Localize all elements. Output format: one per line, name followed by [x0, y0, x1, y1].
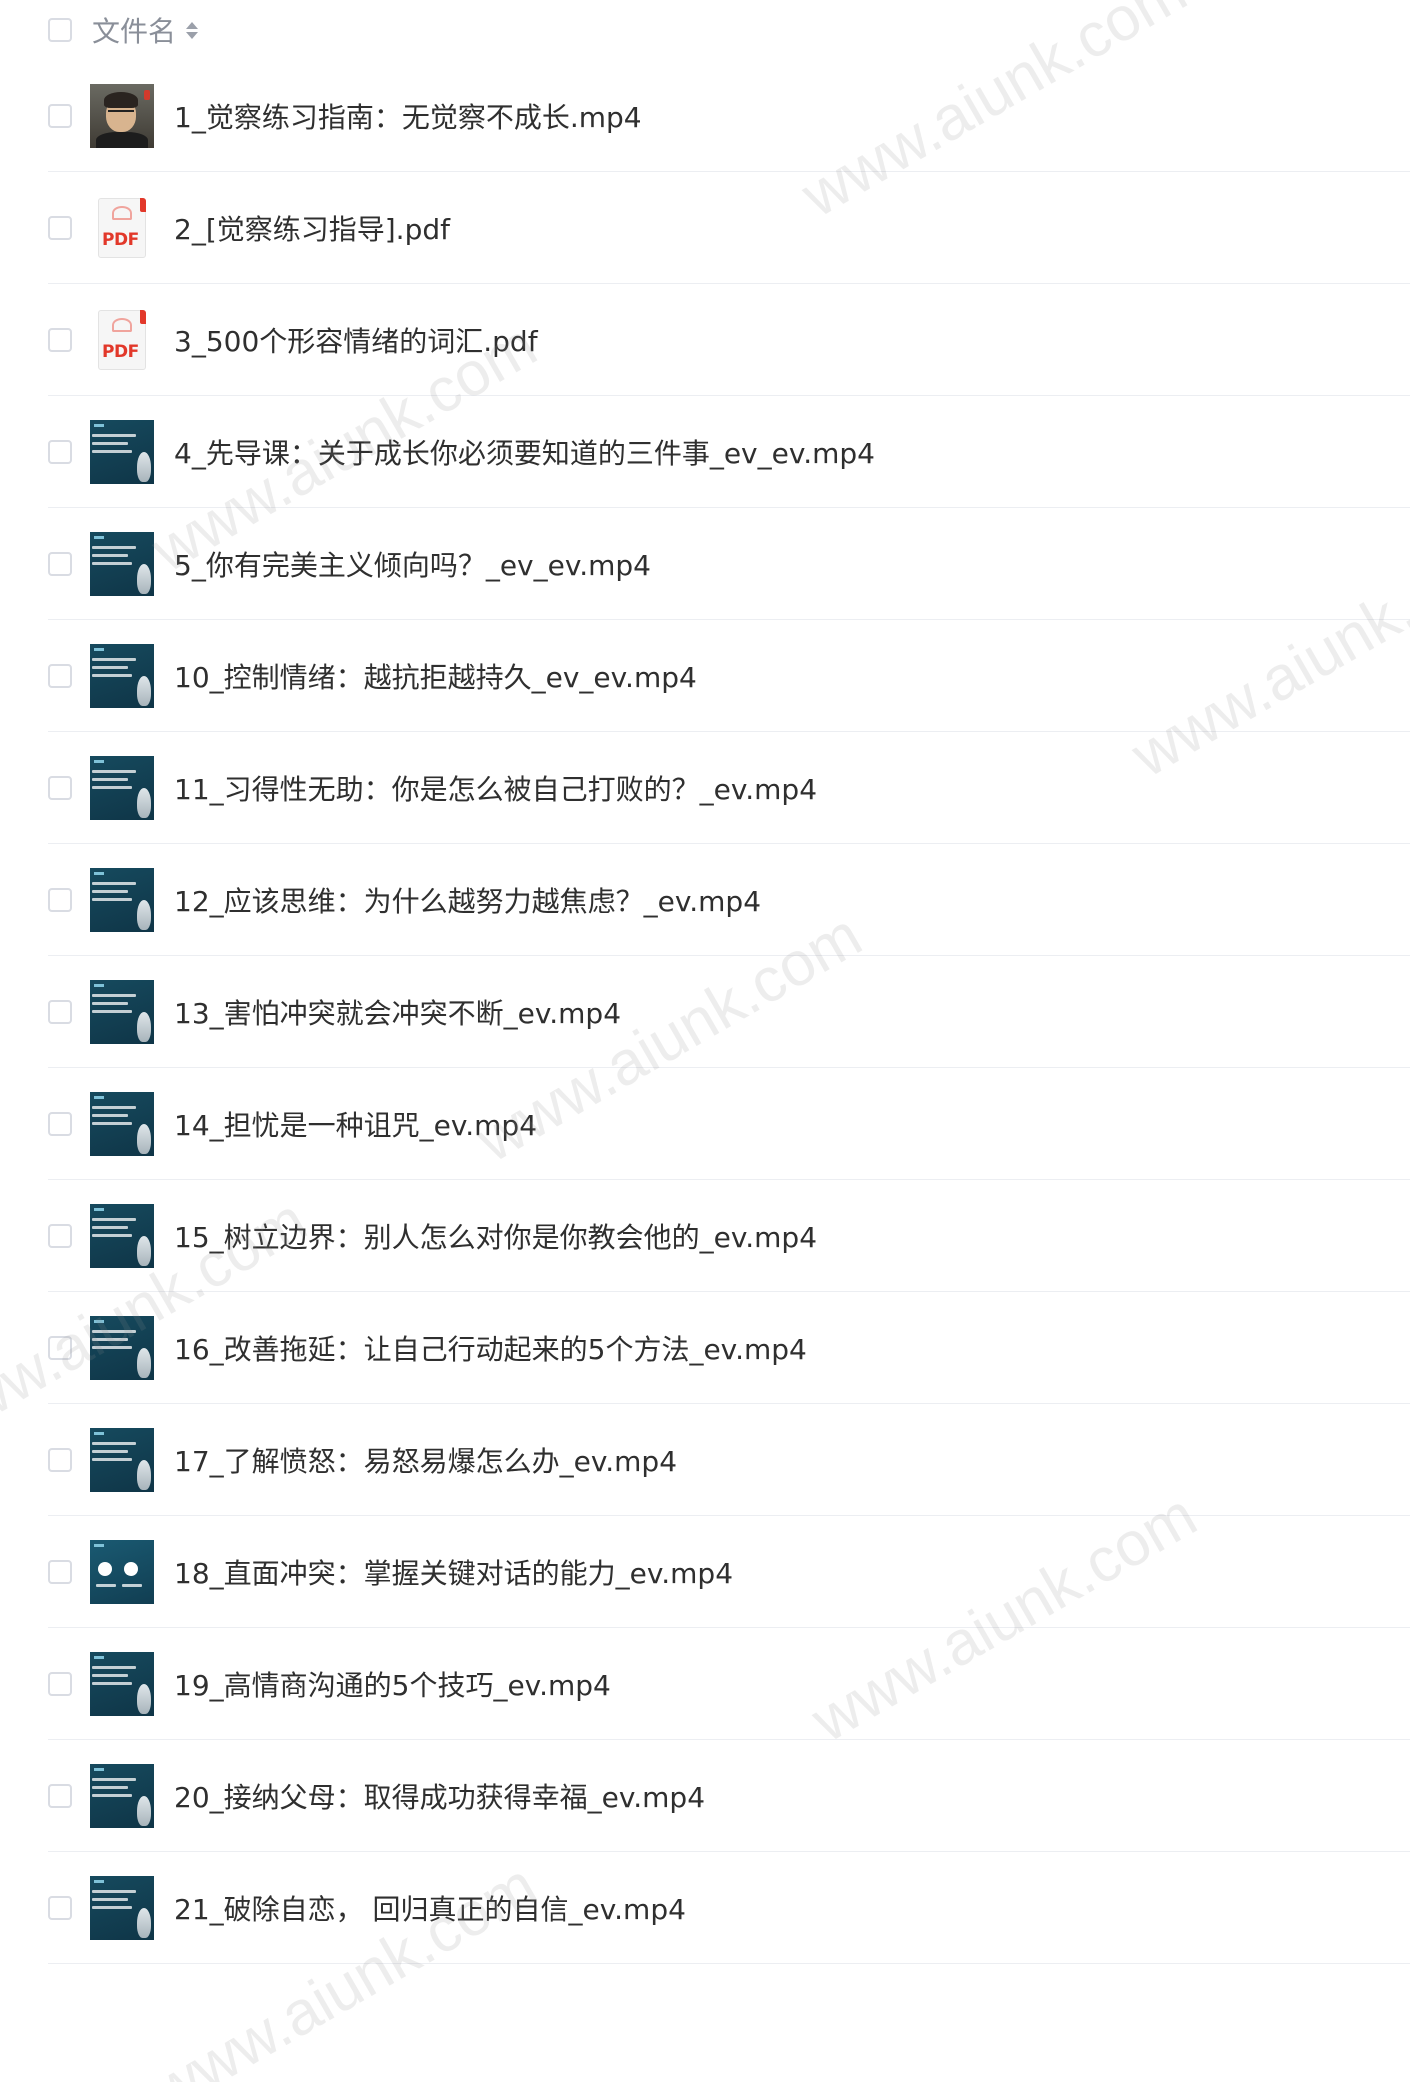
- file-name[interactable]: 14_担忧是一种诅咒_ev.mp4: [174, 1104, 537, 1144]
- file-name[interactable]: 4_先导课：关于成长你必须要知道的三件事_ev_ev.mp4: [174, 432, 875, 472]
- file-checkbox[interactable]: [48, 1783, 72, 1808]
- file-row[interactable]: 11_习得性无助：你是怎么被自己打败的？_ev.mp4: [48, 732, 1410, 844]
- pdf-label: PDF: [102, 341, 139, 362]
- video-thumbnail: [90, 1427, 154, 1492]
- file-checkbox[interactable]: [48, 327, 72, 352]
- file-list: 文件名 1_觉察练习指南：无觉察不成长.mp4 PDF 2_[觉察练习指导].pdf…: [48, 0, 1410, 1964]
- file-name[interactable]: 21_破除自恋， 回归真正的自信_ev.mp4: [174, 1888, 686, 1928]
- file-name[interactable]: 18_直面冲突：掌握关键对话的能力_ev.mp4: [174, 1552, 733, 1592]
- file-rows: 1_觉察练习指南：无觉察不成长.mp4 PDF 2_[觉察练习指导].pdf PDF 3…: [48, 60, 1410, 1964]
- file-row[interactable]: 15_树立边界：别人怎么对你是你教会他的_ev.mp4: [48, 1180, 1410, 1292]
- file-row[interactable]: 5_你有完美主义倾向吗？_ev_ev.mp4: [48, 508, 1410, 620]
- file-row[interactable]: 21_破除自恋， 回归真正的自信_ev.mp4: [48, 1852, 1410, 1964]
- video-thumbnail: [90, 1315, 154, 1380]
- file-checkbox[interactable]: [48, 1335, 72, 1360]
- video-thumbnail: [90, 1875, 154, 1940]
- video-thumbnail: [90, 1539, 154, 1604]
- file-row[interactable]: 16_改善拖延：让自己行动起来的5个方法_ev.mp4: [48, 1292, 1410, 1404]
- video-thumbnail: [90, 1091, 154, 1156]
- file-checkbox[interactable]: [48, 887, 72, 912]
- video-thumbnail: [90, 1651, 154, 1716]
- column-label-filename: 文件名: [92, 15, 177, 48]
- file-name[interactable]: 5_你有完美主义倾向吗？_ev_ev.mp4: [174, 544, 651, 584]
- file-checkbox[interactable]: [48, 1671, 72, 1696]
- file-row[interactable]: 1_觉察练习指南：无觉察不成长.mp4: [48, 60, 1410, 172]
- file-name[interactable]: 11_习得性无助：你是怎么被自己打败的？_ev.mp4: [174, 768, 817, 808]
- file-checkbox[interactable]: [48, 215, 72, 240]
- file-name[interactable]: 13_害怕冲突就会冲突不断_ev.mp4: [174, 992, 621, 1032]
- file-checkbox[interactable]: [48, 1223, 72, 1248]
- file-name[interactable]: 17_了解愤怒：易怒易爆怎么办_ev.mp4: [174, 1440, 677, 1480]
- file-checkbox[interactable]: [48, 439, 72, 464]
- file-row[interactable]: 18_直面冲突：掌握关键对话的能力_ev.mp4: [48, 1516, 1410, 1628]
- file-checkbox[interactable]: [48, 551, 72, 576]
- file-name[interactable]: 15_树立边界：别人怎么对你是你教会他的_ev.mp4: [174, 1216, 817, 1256]
- video-thumbnail: [90, 643, 154, 708]
- select-all-checkbox[interactable]: [48, 18, 72, 42]
- video-thumbnail: [90, 419, 154, 484]
- file-checkbox[interactable]: [48, 1559, 72, 1584]
- file-name[interactable]: 1_觉察练习指南：无觉察不成长.mp4: [174, 96, 642, 136]
- file-row[interactable]: 4_先导课：关于成长你必须要知道的三件事_ev_ev.mp4: [48, 396, 1410, 508]
- file-row[interactable]: 14_担忧是一种诅咒_ev.mp4: [48, 1068, 1410, 1180]
- video-thumbnail: [90, 755, 154, 820]
- file-name[interactable]: 10_控制情绪：越抗拒越持久_ev_ev.mp4: [174, 656, 697, 696]
- sort-by-name-header[interactable]: 文件名: [92, 10, 199, 50]
- file-name[interactable]: 16_改善拖延：让自己行动起来的5个方法_ev.mp4: [174, 1328, 807, 1368]
- pdf-file-icon: PDF: [90, 196, 154, 260]
- file-row[interactable]: 13_害怕冲突就会冲突不断_ev.mp4: [48, 956, 1410, 1068]
- pdf-file-icon: PDF: [90, 308, 154, 372]
- file-name[interactable]: 19_高情商沟通的5个技巧_ev.mp4: [174, 1664, 611, 1704]
- file-name[interactable]: 20_接纳父母：取得成功获得幸福_ev.mp4: [174, 1776, 705, 1816]
- video-thumbnail: [90, 1763, 154, 1828]
- file-name[interactable]: 2_[觉察练习指导].pdf: [174, 208, 450, 248]
- file-row[interactable]: PDF 3_500个形容情绪的词汇.pdf: [48, 284, 1410, 396]
- file-checkbox[interactable]: [48, 999, 72, 1024]
- file-row[interactable]: 17_了解愤怒：易怒易爆怎么办_ev.mp4: [48, 1404, 1410, 1516]
- file-checkbox[interactable]: [48, 1447, 72, 1472]
- file-name[interactable]: 12_应该思维：为什么越努力越焦虑？_ev.mp4: [174, 880, 761, 920]
- file-checkbox[interactable]: [48, 1111, 72, 1136]
- file-name[interactable]: 3_500个形容情绪的词汇.pdf: [174, 320, 538, 360]
- video-thumbnail: [90, 1203, 154, 1268]
- file-list-header: 文件名: [48, 0, 1410, 60]
- file-checkbox[interactable]: [48, 1895, 72, 1920]
- file-row[interactable]: PDF 2_[觉察练习指导].pdf: [48, 172, 1410, 284]
- video-thumbnail: [90, 979, 154, 1044]
- video-thumbnail: [90, 531, 154, 596]
- file-row[interactable]: 20_接纳父母：取得成功获得幸福_ev.mp4: [48, 1740, 1410, 1852]
- file-checkbox[interactable]: [48, 775, 72, 800]
- pdf-label: PDF: [102, 229, 139, 250]
- video-thumbnail: [90, 83, 154, 148]
- file-row[interactable]: 10_控制情绪：越抗拒越持久_ev_ev.mp4: [48, 620, 1410, 732]
- file-row[interactable]: 19_高情商沟通的5个技巧_ev.mp4: [48, 1628, 1410, 1740]
- file-row[interactable]: 12_应该思维：为什么越努力越焦虑？_ev.mp4: [48, 844, 1410, 956]
- file-checkbox[interactable]: [48, 663, 72, 688]
- video-thumbnail: [90, 867, 154, 932]
- sort-icon: [186, 21, 199, 39]
- file-checkbox[interactable]: [48, 103, 72, 128]
